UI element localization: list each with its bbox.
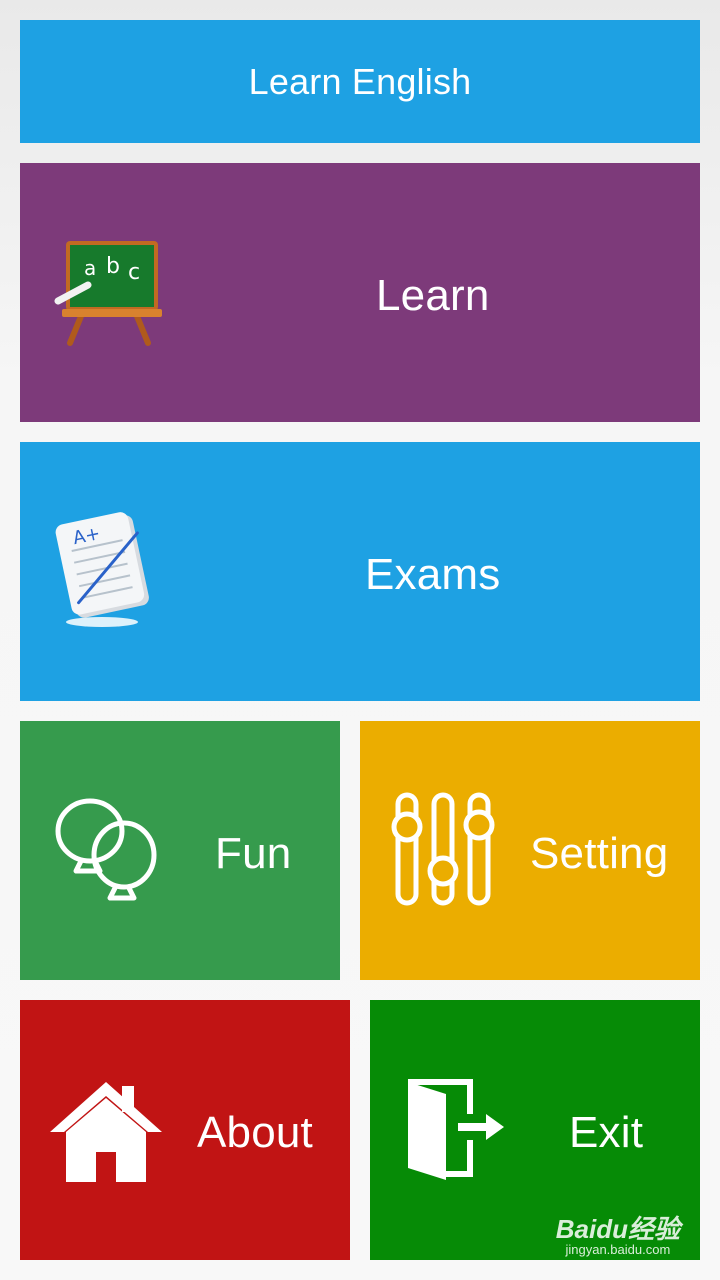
watermark-site: jingyan.baidu.com <box>565 1242 671 1257</box>
exit-label: Exit <box>569 1108 644 1157</box>
home-icon <box>50 1082 162 1182</box>
exam-paper-icon: A+ <box>55 512 149 627</box>
app-title-bar: Learn English <box>20 20 700 143</box>
about-tile[interactable]: About <box>20 1000 350 1260</box>
app-title: Learn English <box>248 60 472 102</box>
watermark-brand: Baidu经验 <box>555 1214 680 1244</box>
setting-tile[interactable]: Setting <box>360 721 700 980</box>
baidu-watermark: Baidu经验 jingyan.baidu.com <box>556 1216 680 1258</box>
about-label: About <box>197 1108 313 1157</box>
fun-tile[interactable]: Fun <box>20 721 340 980</box>
balloons-icon <box>55 798 157 901</box>
svg-text:c: c <box>128 260 140 285</box>
chalkboard-icon: a b c <box>54 241 162 346</box>
fun-label: Fun <box>215 829 292 878</box>
sliders-icon <box>391 792 495 906</box>
exams-tile[interactable]: A+ Exams <box>20 442 700 701</box>
exit-door-icon <box>408 1079 504 1180</box>
svg-text:a: a <box>84 256 96 280</box>
svg-text:b: b <box>106 254 120 279</box>
learn-label: Learn <box>376 271 490 320</box>
exams-label: Exams <box>365 550 501 599</box>
learn-tile[interactable]: a b c Learn <box>20 163 700 422</box>
setting-label: Setting <box>530 829 669 878</box>
